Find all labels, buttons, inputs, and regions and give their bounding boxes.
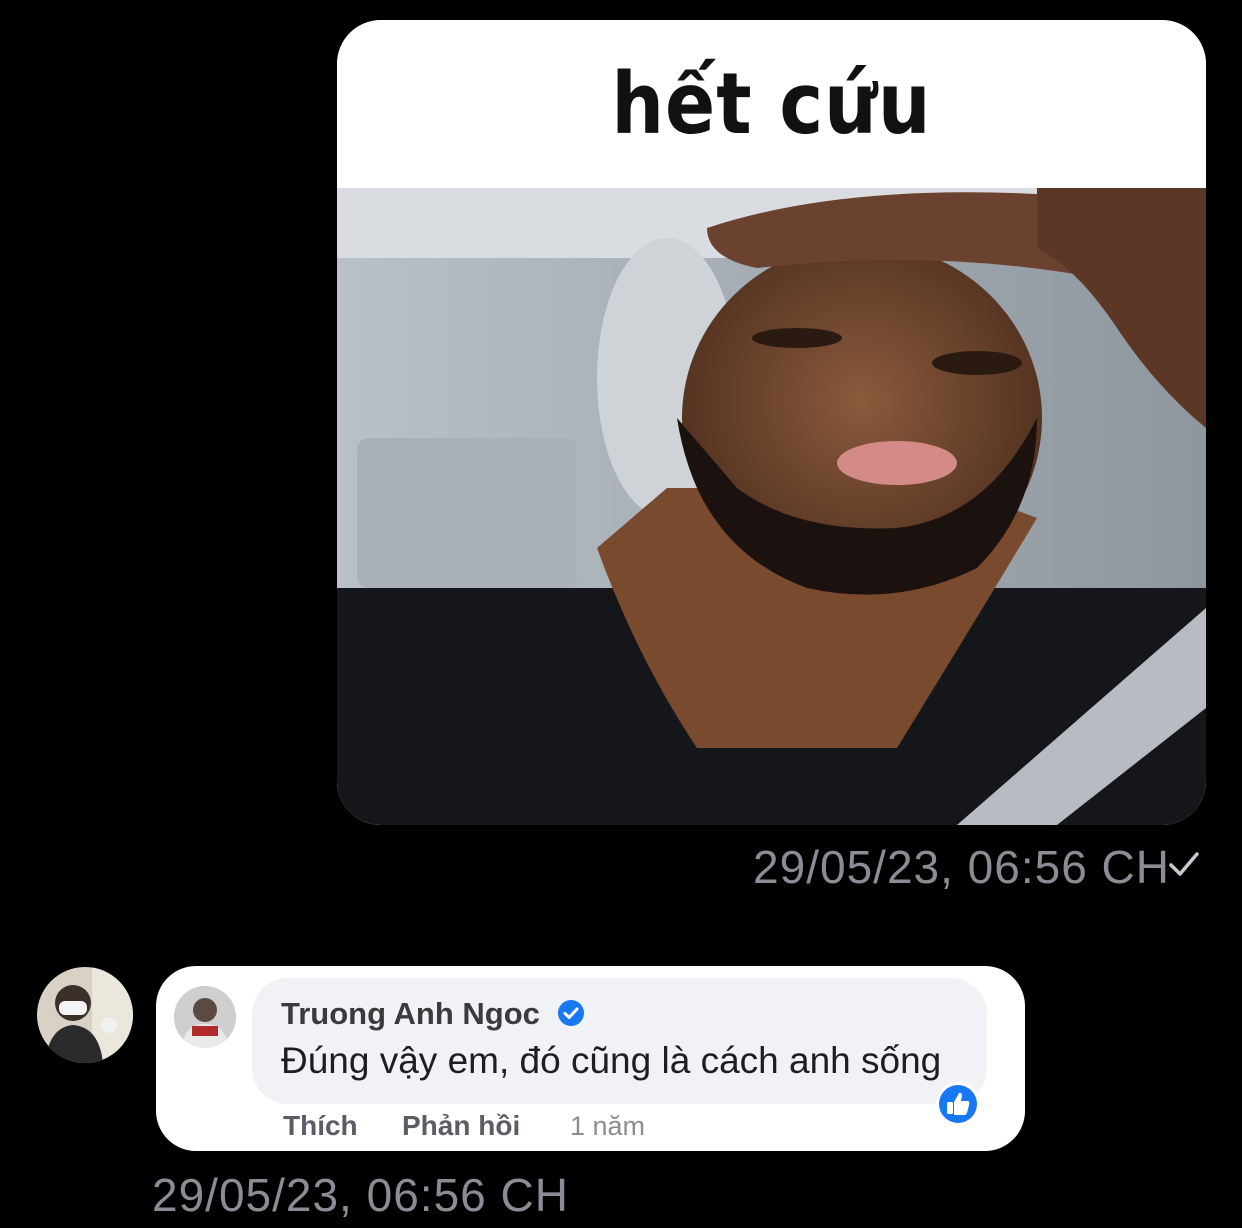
- incoming-timestamp: 29/05/23, 06:56 CH: [152, 1169, 569, 1221]
- reply-action[interactable]: Phản hồi: [402, 1110, 520, 1142]
- meme-caption-text: hết cứu: [611, 54, 932, 154]
- comment-age: 1 năm: [570, 1111, 646, 1141]
- outgoing-image-message[interactable]: hết cứu: [337, 20, 1206, 825]
- commenter-name[interactable]: Truong Anh Ngoc: [281, 996, 540, 1032]
- comment-text: Đúng vậy em, đó cũng là cách anh sống: [281, 1040, 942, 1081]
- outgoing-timestamp: 29/05/23, 06:56 CH: [753, 841, 1170, 893]
- sender-avatar[interactable]: [37, 967, 133, 1063]
- meme-caption: hết cứu: [337, 20, 1206, 188]
- meme-photo: [337, 188, 1206, 825]
- commenter-avatar: [174, 986, 236, 1048]
- like-action[interactable]: Thích: [283, 1110, 358, 1142]
- verified-badge-icon: [558, 1000, 584, 1026]
- thumbs-up-icon: [936, 1082, 980, 1126]
- checkmark-icon: [1169, 852, 1199, 876]
